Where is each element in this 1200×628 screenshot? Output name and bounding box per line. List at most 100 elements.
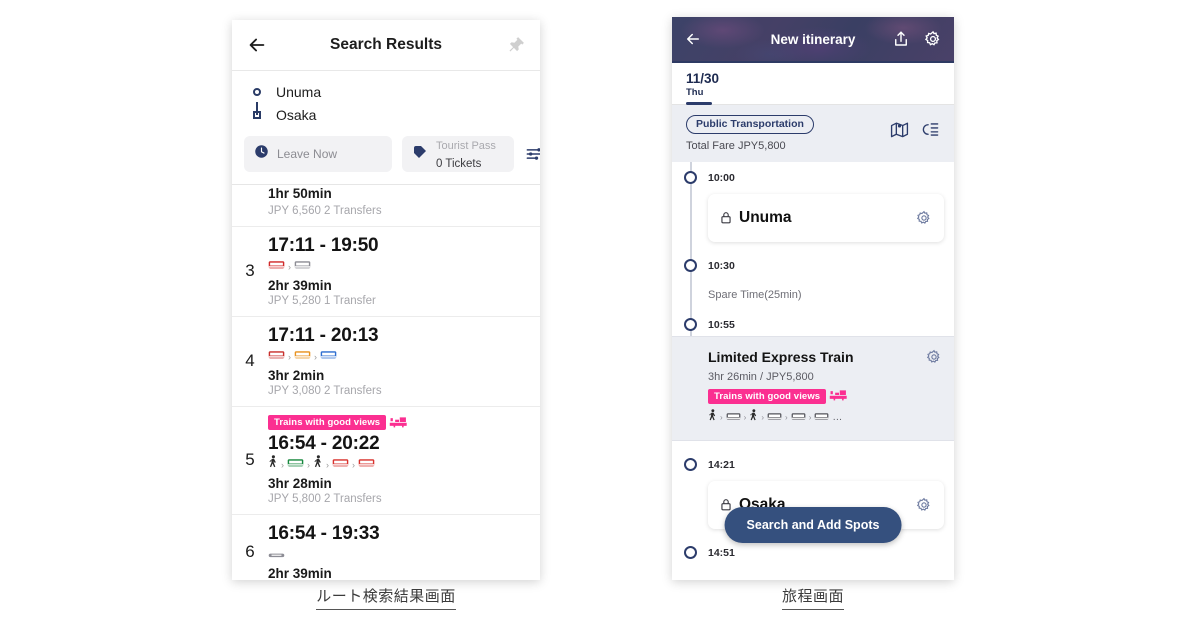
- itinerary-segment-card[interactable]: Limited Express Train 3hr 26min / JPY5,8…: [672, 335, 954, 441]
- timeline-time: 10:30: [708, 259, 735, 272]
- train-red-icon: [268, 348, 285, 366]
- timeline-node: [684, 258, 697, 272]
- origin-dot-icon: [248, 87, 266, 96]
- walk-icon: [749, 408, 758, 427]
- steam-train-icon: [389, 415, 409, 433]
- status-badge: Trains with good views: [708, 389, 827, 404]
- result-mode-icons: [268, 547, 530, 562]
- result-duration: 3hr 28min: [268, 476, 332, 491]
- page-title: Search Results: [330, 36, 442, 53]
- leave-now-label: Leave Now: [277, 147, 338, 161]
- result-index: 6: [245, 542, 255, 561]
- chevron-right-icon: ›: [352, 459, 355, 470]
- train-gray-icon: [268, 546, 285, 564]
- train-gray-icon: [791, 409, 806, 427]
- result-times: 16:54 - 20:22: [268, 433, 380, 454]
- total-fare-label: Total Fare JPY5,800: [686, 139, 786, 152]
- page-title: New itinerary: [770, 31, 856, 47]
- search-and-add-spots-button[interactable]: Search and Add Spots: [724, 506, 902, 543]
- train-gray-icon: [767, 409, 782, 427]
- segment-meta: 3hr 26min / JPY5,800: [708, 370, 814, 383]
- walk-icon: [313, 455, 323, 474]
- chevron-right-icon: ›: [288, 351, 291, 362]
- gear-icon[interactable]: [916, 210, 932, 226]
- pushpin-icon[interactable]: [506, 35, 526, 55]
- back-icon[interactable]: [246, 34, 268, 56]
- chevron-right-icon: ›: [808, 413, 812, 422]
- result-duration: 2hr 39min: [268, 566, 332, 580]
- left-caption: ルート検索結果画面: [232, 585, 540, 610]
- result-fare: JPY 3,080 2 Transfers: [268, 385, 382, 397]
- date-tab[interactable]: 11/30 Thu: [672, 63, 954, 105]
- map-icon[interactable]: [890, 120, 909, 139]
- chevron-right-icon: ›: [326, 459, 329, 470]
- list-item[interactable]: 6 16:54 - 19:33 2hr 39min: [232, 515, 540, 580]
- transport-mode-chip[interactable]: Public Transportation: [686, 114, 814, 134]
- segment-title: Limited Express Train: [708, 348, 854, 365]
- results-list: 1hr 50min JPY 6,560 2 Transfers 3 17:11 …: [232, 184, 540, 580]
- gear-icon[interactable]: [916, 497, 932, 513]
- spare-time-label: Spare Time(25min): [708, 288, 802, 301]
- list-item[interactable]: 4 17:11 - 20:13 › › 3hr 2min JPY 3,080 2…: [232, 317, 540, 407]
- segment-tag-row: Trains with good views: [708, 388, 942, 406]
- result-fare: JPY 5,800 2 Transfers: [268, 493, 382, 505]
- list-item[interactable]: 5 Trains with good views 16:54 - 20:22 ›…: [232, 407, 540, 515]
- segment-mode-icons: › › › › › …: [708, 408, 942, 427]
- train-gray-icon: [814, 409, 829, 427]
- screenshot-stage: Search Results Unuma Osaka Leave Now Tou…: [0, 0, 1200, 628]
- result-times: 16:54 - 19:33: [268, 523, 380, 544]
- list-item[interactable]: 3 17:11 - 19:50 › 2hr 39min JPY 5,280 1 …: [232, 227, 540, 317]
- result-mode-icons: › ›: [268, 349, 530, 364]
- destination-label: Osaka: [276, 106, 317, 123]
- chevron-right-icon: ›: [281, 459, 284, 470]
- destination-row[interactable]: Osaka: [232, 103, 540, 126]
- modes-overflow: …: [832, 412, 843, 423]
- timeline-time: 10:00: [708, 171, 735, 184]
- route-list-icon[interactable]: [921, 120, 940, 139]
- result-index: 3: [245, 261, 255, 280]
- gear-icon[interactable]: [924, 30, 942, 48]
- od-connector: [256, 102, 258, 115]
- itinerary-place-card[interactable]: Unuma: [708, 193, 944, 242]
- timeline-time: 14:51: [708, 546, 735, 559]
- train-blue-icon: [320, 348, 337, 366]
- leave-now-button[interactable]: Leave Now: [244, 136, 392, 172]
- right-caption: 旅程画面: [672, 585, 954, 610]
- train-orange-icon: [294, 348, 311, 366]
- chevron-right-icon: ›: [307, 459, 310, 470]
- itinerary-timeline: 10:00 Unuma 10:30 Spare Time(25min) 10:5…: [672, 161, 954, 559]
- status-badge: Trains with good views: [268, 415, 387, 430]
- clock-icon: [254, 144, 269, 164]
- result-index: 5: [245, 450, 255, 469]
- walk-icon: [708, 408, 717, 427]
- train-red-icon: [332, 456, 349, 474]
- result-index: 4: [245, 351, 255, 370]
- place-name: Unuma: [739, 208, 792, 226]
- origin-label: Unuma: [276, 83, 322, 100]
- search-results-header: Search Results: [232, 20, 540, 71]
- itinerary-screen: New itinerary 11/30 Thu Public Transport…: [672, 17, 954, 580]
- result-fare: JPY 6,560 2 Transfers: [268, 205, 382, 217]
- timeline-time: 14:21: [708, 458, 735, 471]
- search-controls: Leave Now Tourist Pass 0 Tickets: [232, 132, 540, 184]
- train-green-icon: [287, 456, 304, 474]
- filter-sliders-icon[interactable]: [524, 144, 540, 164]
- result-tag-row: Trains with good views: [268, 415, 530, 433]
- steam-train-icon: [829, 388, 849, 406]
- train-gray-icon: [726, 409, 741, 427]
- result-times: 17:11 - 19:50: [268, 235, 379, 256]
- walk-icon: [268, 455, 278, 474]
- origin-row[interactable]: Unuma: [232, 80, 540, 103]
- tourist-pass-value: 0 Tickets: [436, 158, 482, 170]
- tab-indicator: [686, 102, 712, 105]
- tourist-pass-button[interactable]: Tourist Pass 0 Tickets: [402, 136, 514, 172]
- list-item[interactable]: 1hr 50min JPY 6,560 2 Transfers: [232, 185, 540, 227]
- share-icon[interactable]: [892, 30, 910, 48]
- gear-icon[interactable]: [926, 349, 942, 365]
- date-label: 11/30: [686, 71, 720, 86]
- timeline-node: [684, 317, 697, 331]
- result-duration: 3hr 2min: [268, 368, 325, 383]
- result-duration: 1hr 50min: [268, 186, 332, 201]
- weekday-label: Thu: [686, 86, 704, 98]
- back-icon[interactable]: [684, 30, 702, 48]
